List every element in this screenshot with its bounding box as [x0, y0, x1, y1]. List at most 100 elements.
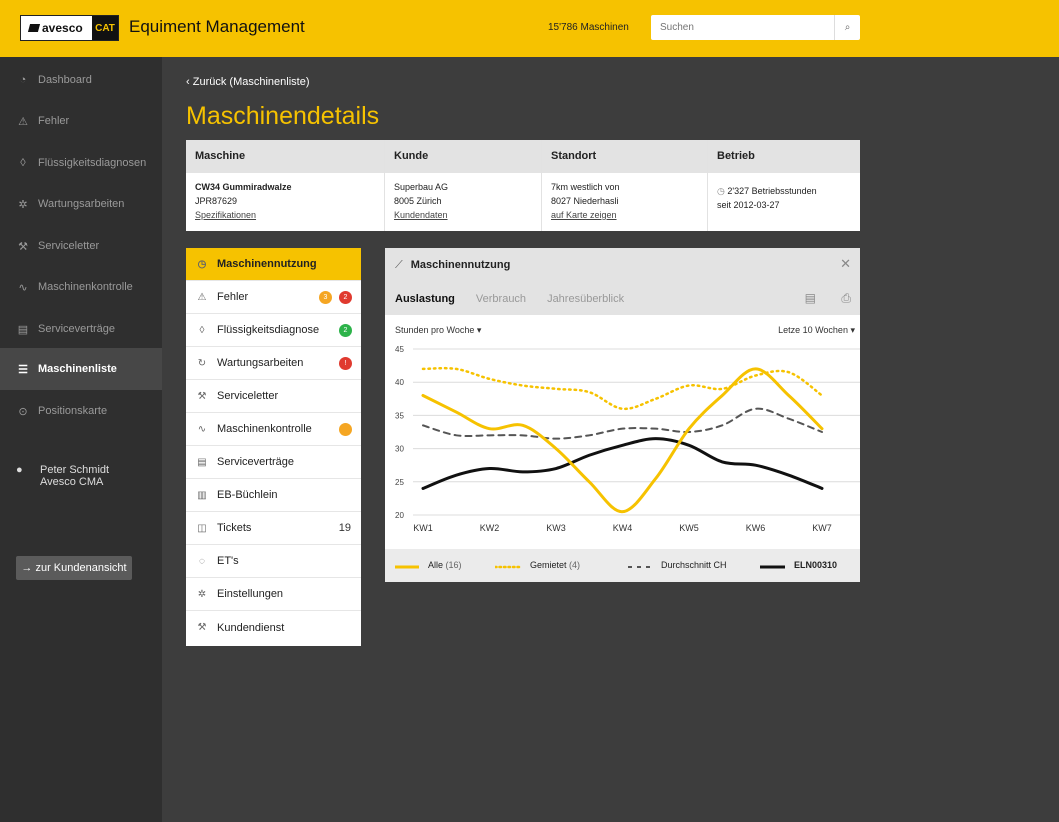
submenu-item-label: EB-Büchlein	[217, 489, 278, 501]
customer-view-button[interactable]: → zur Kundenansicht	[16, 556, 132, 580]
submenu-item-wartungsarbeiten[interactable]: ↻ Wartungsarbeiten !	[186, 347, 361, 380]
document-icon: ▤	[17, 323, 29, 336]
submenu-item-einstellungen[interactable]: ✲ Einstellungen	[186, 578, 361, 611]
submenu-item-label: Serviceverträge	[217, 456, 295, 468]
sidebar-item-positionskarte[interactable]: ⊙ Positionskarte	[0, 390, 162, 432]
dashboard-icon: ◔	[19, 74, 27, 86]
tab-jahresueberblick[interactable]: Jahresüberblick	[547, 293, 624, 305]
status-badge	[339, 422, 352, 436]
search-icon: ⌕	[844, 22, 851, 33]
search-input[interactable]	[651, 15, 834, 40]
submenu-item-fehler[interactable]: ⚠ Fehler 3 2	[186, 281, 361, 314]
legend-machine[interactable]: ELN00310	[794, 560, 837, 570]
legend-rented-count: (4)	[569, 560, 581, 570]
page-title: Maschinendetails	[186, 102, 380, 130]
sidebar-item-fluessigkeitsdiagnosen[interactable]: ◊ Flüssigkeitsdiagnosen	[0, 142, 162, 184]
avesco-cat-logo[interactable]: avesco CAT	[20, 15, 119, 41]
sidebar-item-dashboard[interactable]: ◔ Dashboard	[0, 59, 162, 101]
sidebar-item-label: Maschinenliste	[38, 363, 117, 375]
submenu-item-label: Serviceletter	[217, 390, 279, 402]
legend-rented[interactable]: Gemietet (4)	[530, 560, 580, 570]
cat-logo: CAT	[92, 16, 118, 40]
submenu-item-servicevertraege[interactable]: ▤ Serviceverträge	[186, 446, 361, 479]
close-icon[interactable]: ✕	[840, 256, 851, 272]
machine-id: JPR87629	[195, 196, 238, 206]
tab-auslastung[interactable]: Auslastung	[395, 293, 455, 305]
x-tick-label: KW4	[613, 523, 633, 533]
sidebar-item-wartungsarbeiten[interactable]: ✲ Wartungsarbeiten	[0, 183, 162, 225]
series-line-eln00310	[421, 437, 824, 490]
operation-hours: ◷ 2'327 Betriebsstunden	[717, 184, 860, 198]
refresh-icon: ↻	[197, 357, 207, 369]
submenu-item-ets[interactable]: ◌ ET's	[186, 545, 361, 578]
settings-icon: ✲	[197, 588, 207, 600]
submenu-item-serviceletter[interactable]: ⚒ Serviceletter	[186, 380, 361, 413]
show-on-map-link[interactable]: auf Karte zeigen	[551, 208, 707, 222]
user-info[interactable]: ● Peter Schmidt Avesco CMA	[16, 464, 109, 488]
details-location-cell: 7km westlich von 8027 Niederhasli auf Ka…	[542, 173, 708, 231]
sidebar-item-fehler[interactable]: ⚠ Fehler	[0, 100, 162, 142]
sidebar-item-label: Maschinenkontrolle	[38, 281, 133, 293]
panel-header: ⟋ Maschinennutzung ✕	[385, 248, 860, 282]
submenu-item-label: Maschinenkontrolle	[217, 423, 312, 435]
details-header-operation: Betrieb	[717, 150, 755, 162]
sidebar-item-label: Positionskarte	[38, 405, 108, 417]
customer-name: Superbau AG	[394, 182, 449, 192]
user-icon: ●	[16, 464, 23, 476]
details-customer-cell: Superbau AG 8005 Zürich Kundendaten	[385, 173, 542, 231]
customer-data-link[interactable]: Kundendaten	[394, 208, 541, 222]
ok-count-badge: 2	[339, 323, 352, 337]
drop-icon: ◊	[20, 157, 26, 169]
service-icon: ⚒	[197, 622, 207, 633]
submenu-item-fluessigkeitsdiagnose[interactable]: ◊ Flüssigkeitsdiagnose 2	[186, 314, 361, 347]
machine-details-table: Maschine Kunde Standort Betrieb CW34 Gum…	[186, 140, 860, 231]
submenu-item-kundendienst[interactable]: ⚒ Kundendienst	[186, 611, 361, 644]
brand-text: avesco	[42, 21, 83, 35]
y-tick-label: 30	[395, 445, 404, 454]
panel-tabs: Auslastung Verbrauch Jahresüberblick ▤ ⎙	[385, 282, 860, 315]
operation-hours-text: 2'327 Betriebsstunden	[727, 186, 817, 196]
unit-select[interactable]: Stunden pro Woche ▾	[395, 325, 481, 336]
sidebar-item-servicevertraege[interactable]: ▤ Serviceverträge	[0, 308, 162, 350]
machine-submenu: ◷ Maschinennutzung ⚠ Fehler 3 2 ◊ Flüssigke…	[186, 248, 361, 646]
y-tick-label: 35	[395, 411, 404, 420]
sidebar-item-serviceletter[interactable]: ⚒ Serviceletter	[0, 225, 162, 267]
print-icon[interactable]: ⎙	[841, 291, 851, 306]
pulse-icon: ∿	[18, 281, 28, 294]
back-link[interactable]: ‹ Zurück (Maschinenliste)	[186, 76, 310, 88]
tab-verbrauch[interactable]: Verbrauch	[476, 293, 526, 305]
clock-icon: ◷	[717, 186, 728, 196]
drop-icon: ◊	[199, 324, 205, 336]
chart-legend: Alle (16) Gemietet (4) Durchschnitt CH E…	[385, 549, 860, 582]
export-document-icon[interactable]: ▤	[805, 291, 816, 305]
series-line-alle	[421, 367, 824, 514]
search-button[interactable]: ⌕	[834, 15, 860, 40]
machine-count[interactable]: 15'786 Maschinen	[548, 22, 629, 33]
details-header-location: Standort	[542, 140, 708, 173]
sidebar-item-label: Serviceletter	[38, 240, 100, 252]
search-box: ⌕	[651, 15, 860, 40]
legend-all-label: Alle	[428, 560, 444, 570]
sidebar-item-maschinenkontrolle[interactable]: ∿ Maschinenkontrolle	[0, 266, 162, 308]
legend-avg[interactable]: Durchschnitt CH	[661, 560, 727, 570]
submenu-item-maschinenkontrolle[interactable]: ∿ Maschinenkontrolle	[186, 413, 361, 446]
details-operation-cell: ◷ 2'327 Betriebsstunden seit 2012-03-27	[708, 173, 860, 231]
details-header-customer: Kunde	[385, 140, 542, 173]
chart-lines	[421, 366, 824, 514]
range-select[interactable]: Letze 10 Wochen ▾	[778, 325, 855, 336]
book-icon: ▥	[197, 489, 207, 501]
caret-down-icon: ▾	[850, 325, 855, 335]
usage-line-chart: 20 25 30 35 40 45 KW1 KW2 KW3 KW4 KW5 KW6 KW7	[395, 345, 860, 533]
legend-all[interactable]: Alle (16)	[428, 560, 462, 570]
warning-count-badge: 3	[319, 290, 332, 304]
x-tick-label: KW1	[413, 523, 433, 533]
sidebar-item-maschinenliste[interactable]: ☰ Maschinenliste	[0, 348, 162, 390]
specifications-link[interactable]: Spezifikationen	[195, 208, 384, 222]
wrench-icon: ⚒	[18, 240, 28, 253]
series-line-gemietet	[421, 366, 824, 411]
submenu-item-eb-buechlein[interactable]: ▥ EB-Büchlein	[186, 479, 361, 512]
app-title: Equiment Management	[129, 17, 305, 36]
submenu-item-maschinennutzung[interactable]: ◷ Maschinennutzung	[186, 248, 361, 281]
submenu-item-tickets[interactable]: ◫ Tickets 19	[186, 512, 361, 545]
clock-icon: ◷	[197, 258, 207, 270]
